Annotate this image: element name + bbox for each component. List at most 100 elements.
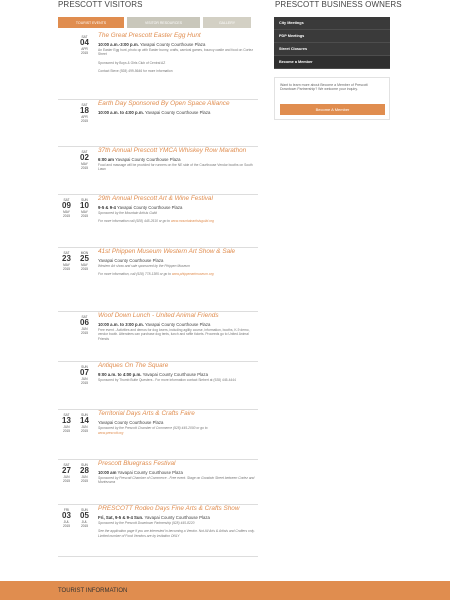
tab-visitor-resources[interactable]: VISITOR RESOURCES bbox=[127, 17, 200, 28]
event-title[interactable]: 37th Annual Prescott YMCA Whiskey Row Ma… bbox=[98, 147, 258, 155]
event-link[interactable]: www.mountainartistsguild.org bbox=[171, 219, 214, 223]
event-extra-info: Sponsored by Boys & Girls Club of Centra… bbox=[98, 61, 258, 65]
date-year: 2015 bbox=[80, 214, 89, 218]
event-date: SAT 09 MAY 2015 bbox=[58, 198, 75, 219]
event-dates: SAT 02 MAY 2015 bbox=[58, 150, 92, 180]
date-day: 07 bbox=[80, 368, 89, 377]
date-day: 28 bbox=[80, 466, 89, 475]
promo-text: Want to learn more about Become a Member… bbox=[280, 83, 368, 92]
event-link[interactable]: www.phippenartmuseum.org bbox=[172, 272, 214, 276]
date-year: 2015 bbox=[80, 267, 89, 271]
tab-gallery[interactable]: GALLERY bbox=[203, 17, 251, 28]
event-item: FRI 03 JUL 2015 SUN 05 JUL 2015 PRESCOTT Rodeo D… bbox=[58, 505, 258, 557]
event-title[interactable]: PRESCOTT Rodeo Days Fine Arts & Crafts S… bbox=[98, 505, 258, 513]
event-description: Sponsored by the Prescott Chamber of Com… bbox=[98, 426, 208, 430]
event-body: Prescott Bluegrass Festival 10:00 am Yava… bbox=[98, 460, 258, 485]
date-day: 03 bbox=[62, 511, 71, 520]
event-place: Yavapai County Courthouse Plaza bbox=[98, 420, 164, 425]
event-description: An Easter Egg hunt, photo op with Easter… bbox=[98, 48, 253, 57]
sidebar-item-pdp-meetings[interactable]: PDP Meetings bbox=[274, 30, 390, 43]
event-item: SAT 06 JUN 2015 Woof Down Lunch - United Ani… bbox=[58, 312, 258, 362]
event-time-place: 9-5 & 9-4 Yavapai County Courthouse Plaz… bbox=[98, 205, 258, 210]
event-time: 9:00 a.m. to 4:00 p.m. bbox=[98, 372, 142, 377]
become-member-button[interactable]: Become A Member bbox=[280, 104, 385, 115]
event-date: MON 25 MAY 2015 bbox=[76, 251, 93, 272]
event-time-place: 6:00 am Yavapai County Courthouse Plaza bbox=[98, 157, 258, 162]
event-date: SAT 02 MAY 2015 bbox=[76, 150, 93, 171]
date-year: 2015 bbox=[80, 51, 89, 55]
event-extra-text: Sponsored by Boys & Girls Club of Centra… bbox=[98, 60, 166, 65]
event-dates: SAT 27 JUN 2015 SUN 28 JUN 2015 bbox=[58, 463, 92, 493]
event-item: SAT 27 JUN 2015 SUN 28 JUN 2015 Prescott Bluegra… bbox=[58, 460, 258, 505]
date-year: 2015 bbox=[80, 524, 89, 528]
sidebar-item-city-meetings[interactable]: City Meetings bbox=[274, 17, 390, 30]
event-body: Territorial Days Arts & Crafts Faire Yav… bbox=[98, 410, 258, 436]
event-place: Yavapai County Courthouse Plaza bbox=[142, 372, 208, 377]
event-title[interactable]: The Great Prescott Easter Egg Hunt bbox=[98, 32, 258, 40]
event-time-place: 10:00 a.m.-3:00 p.m. Yavapai County Cour… bbox=[98, 42, 258, 47]
date-day: 09 bbox=[62, 201, 71, 210]
event-description: Sponsored by Thumb Butte Questers - For … bbox=[98, 378, 236, 382]
tab-tourist-events[interactable]: TOURIST EVENTS bbox=[58, 17, 124, 28]
event-time: 10:00 am bbox=[98, 470, 117, 475]
date-year: 2015 bbox=[80, 429, 89, 433]
sidebar-item-become-member[interactable]: Become a Member bbox=[274, 56, 390, 69]
event-title[interactable]: Earth Day Sponsored By Open Space Allian… bbox=[98, 100, 258, 108]
event-title[interactable]: Woof Down Lunch - United Animal Friends bbox=[98, 312, 258, 320]
event-description: Free event - Activities and demos for do… bbox=[98, 328, 250, 341]
event-place: Yavapai County Courthouse Plaza bbox=[139, 42, 206, 47]
event-date: SAT 13 JUN 2015 bbox=[58, 413, 75, 434]
event-time-place: Fri, Sat, 9-5 & 9-4 Sun. Yavapai County … bbox=[98, 515, 258, 520]
date-year: 2015 bbox=[80, 166, 89, 170]
date-day: 02 bbox=[80, 153, 89, 162]
event-extra-info: For more information call (928) 445-2510… bbox=[98, 219, 258, 223]
event-description: Sponsored by Prescott Chamber of Commerc… bbox=[98, 476, 255, 485]
date-day: 13 bbox=[62, 416, 71, 425]
event-extra-text: For more information, call (928) 778-138… bbox=[98, 272, 171, 277]
footer-title: TOURIST INFORMATION bbox=[58, 588, 128, 594]
event-date: SAT 27 JUN 2015 bbox=[58, 463, 75, 484]
visitor-tabs: TOURIST EVENTS VISITOR RESOURCES GALLERY bbox=[58, 17, 252, 28]
event-time: 9-5 & 9-4 bbox=[98, 205, 116, 210]
date-day: 14 bbox=[80, 416, 89, 425]
event-body: The Great Prescott Easter Egg Hunt 10:00 … bbox=[98, 32, 258, 74]
date-day: 06 bbox=[80, 318, 89, 327]
event-contact: Contact Steve (928) 499-5646 for more in… bbox=[98, 69, 173, 74]
event-dates: SUN 07 JUN 2015 bbox=[58, 365, 92, 395]
event-title[interactable]: Antiques On The Square bbox=[98, 362, 258, 370]
event-item: SAT 23 MAY 2015 MON 25 MAY 2015 41st Phippen Mus… bbox=[58, 248, 258, 312]
date-year: 2015 bbox=[62, 479, 71, 483]
event-dates: SAT 09 MAY 2015 SUN 10 MAY 2015 bbox=[58, 198, 92, 228]
event-place: Yavapai County Courthouse Plaza bbox=[144, 515, 210, 520]
event-extra-info: For more information, call (928) 778-138… bbox=[98, 272, 258, 276]
event-title[interactable]: 41st Phippen Museum Western Art Show & S… bbox=[98, 248, 258, 256]
event-place: Yavapai County Courthouse Plaza bbox=[117, 470, 183, 475]
event-body: 29th Annual Prescott Art & Wine Festival… bbox=[98, 195, 258, 224]
event-time: 10:00 a.m. to 4:00 p.m. bbox=[98, 110, 144, 115]
event-date: FRI 03 JUL 2015 bbox=[58, 508, 75, 529]
event-date: SUN 10 MAY 2015 bbox=[76, 198, 93, 219]
date-year: 2015 bbox=[62, 524, 71, 528]
event-time-place: 10:00 a.m. to 4:00 p.m. Yavapai County C… bbox=[98, 110, 258, 115]
event-title[interactable]: Territorial Days Arts & Crafts Faire bbox=[98, 410, 258, 418]
event-dates: SAT 13 JUN 2015 SUN 14 JUN 2015 bbox=[58, 413, 92, 443]
event-body: Antiques On The Square 9:00 a.m. to 4:00 … bbox=[98, 362, 258, 382]
event-description: Sponsored by the Prescott Downtown Partn… bbox=[98, 521, 195, 525]
sidebar-item-street-closures[interactable]: Street Closures bbox=[274, 43, 390, 56]
event-item: SAT 04 APR 2015 The Great Prescott Easter Eg… bbox=[58, 32, 258, 100]
event-dates: FRI 03 JUL 2015 SUN 05 JUL 2015 bbox=[58, 508, 92, 538]
visitors-title: PRESCOTT VISITORS bbox=[58, 0, 143, 9]
event-body: Earth Day Sponsored By Open Space Allian… bbox=[98, 100, 258, 115]
event-link[interactable]: www.prescott.org bbox=[98, 431, 258, 435]
event-body: Woof Down Lunch - United Animal Friends 1… bbox=[98, 312, 258, 341]
event-description: Western Art show and sale sponsored by t… bbox=[98, 264, 190, 268]
event-time: 10:00 a.m. to 3:00 p.m. bbox=[98, 322, 144, 327]
date-year: 2015 bbox=[80, 479, 89, 483]
event-place: Yavapai County Courthouse Plaza bbox=[115, 157, 181, 162]
event-time-place: 9:00 a.m. to 4:00 p.m. Yavapai County Co… bbox=[98, 372, 258, 377]
date-day: 04 bbox=[80, 38, 89, 47]
event-body: 41st Phippen Museum Western Art Show & S… bbox=[98, 248, 258, 277]
date-year: 2015 bbox=[62, 267, 71, 271]
event-title[interactable]: Prescott Bluegrass Festival bbox=[98, 460, 258, 468]
event-title[interactable]: 29th Annual Prescott Art & Wine Festival bbox=[98, 195, 258, 203]
